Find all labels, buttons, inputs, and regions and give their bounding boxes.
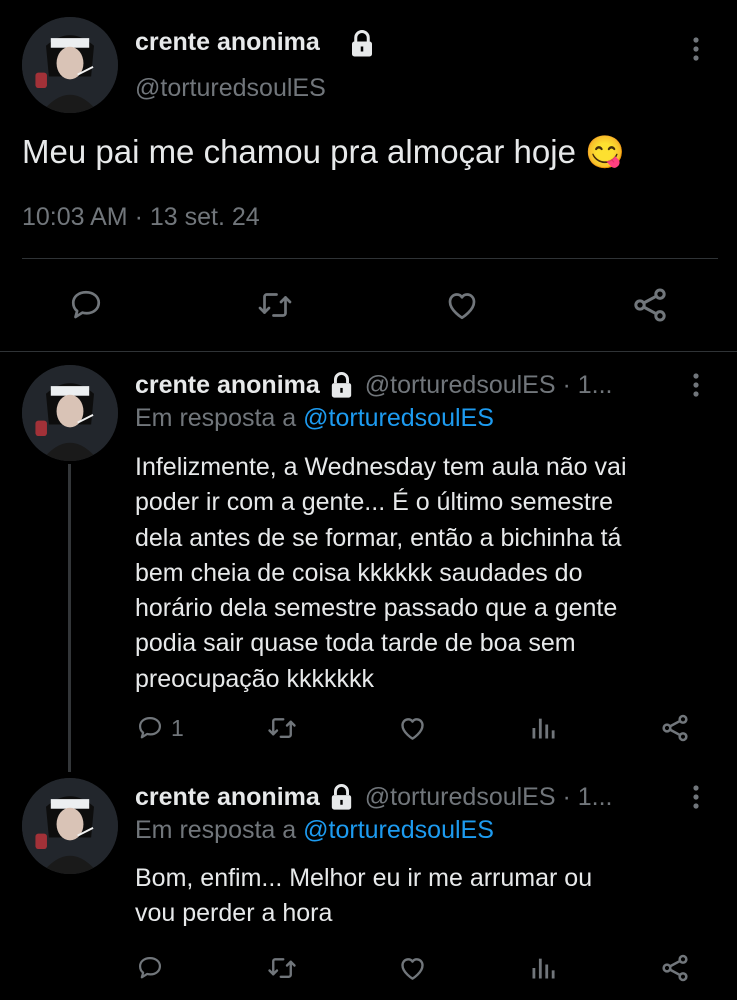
reply-more-icon[interactable] (686, 370, 706, 400)
retweet-icon (258, 293, 292, 317)
views-icon (532, 718, 555, 739)
reply-like-button[interactable] (397, 953, 428, 983)
reply-icon (138, 956, 162, 979)
reply-handle-time[interactable]: @torturedsoulES · 1... (365, 371, 613, 400)
main-lock-icon (347, 29, 377, 59)
main-reply-button[interactable] (67, 287, 105, 323)
avatar-image (22, 365, 118, 461)
reply-views-button[interactable] (529, 713, 557, 743)
reply-icon (138, 716, 162, 739)
main-like-button[interactable] (443, 287, 481, 323)
like-icon (401, 958, 424, 980)
reply-avatar[interactable] (22, 365, 118, 461)
reply-share-button[interactable] (659, 712, 691, 744)
retweet-icon (268, 958, 296, 978)
reply-context: Em resposta a @torturedsoulES (135, 816, 494, 844)
reply-text: Infelizmente, a Wednesday tem aula não v… (135, 453, 627, 693)
reply-reply-button[interactable] (135, 954, 165, 982)
reply-count: 1 (171, 714, 184, 741)
lock-icon (327, 783, 356, 812)
reply-context: Em resposta a @torturedsoulES (135, 404, 494, 432)
reply-icon (71, 290, 101, 319)
reply-avatar[interactable] (22, 778, 118, 874)
section-divider (0, 351, 737, 352)
main-more-icon[interactable] (686, 34, 706, 64)
reply-like-button[interactable] (397, 713, 428, 743)
views-icon (532, 958, 555, 979)
thread-line (68, 464, 71, 772)
main-share-button[interactable] (630, 285, 670, 325)
reply-handle-time[interactable]: @torturedsoulES · 1... (365, 783, 613, 812)
reply-author-name[interactable]: crente anonima (135, 783, 320, 812)
yum-emoji: 😋 (585, 134, 625, 170)
avatar-image (22, 17, 118, 113)
main-handle[interactable]: @torturedsoulES (135, 74, 326, 103)
reply-share-button[interactable] (659, 952, 691, 984)
main-avatar[interactable] (22, 17, 118, 113)
reply-more-icon[interactable] (686, 782, 706, 812)
reply-to-link[interactable]: @torturedsoulES (303, 404, 494, 432)
main-timestamp[interactable]: 10:03 AM · 13 set. 24 (22, 203, 260, 232)
share-icon (662, 714, 688, 742)
retweet-icon (268, 718, 296, 738)
main-retweet-button[interactable] (255, 287, 295, 323)
lock-icon (327, 371, 356, 400)
reply-author-name[interactable]: crente anonima (135, 371, 320, 400)
main-divider (22, 258, 718, 259)
main-author-name[interactable]: crente anonima (135, 28, 320, 57)
reply-header: crente anonima @torturedsoulES · 1... (135, 369, 613, 401)
reply-views-button[interactable] (529, 953, 557, 983)
share-icon (662, 954, 688, 982)
share-icon (634, 288, 666, 322)
avatar-image (22, 778, 118, 874)
like-icon (401, 718, 424, 740)
reply-to-link[interactable]: @torturedsoulES (303, 816, 494, 844)
reply-header: crente anonima @torturedsoulES · 1... (135, 781, 613, 813)
reply-retweet-button[interactable] (266, 953, 298, 983)
reply-retweet-button[interactable] (266, 713, 298, 743)
reply-reply-button[interactable]: 1 (135, 713, 184, 743)
reply-text: Bom, enfim... Melhor eu ir me arrumar ou… (135, 864, 593, 928)
main-tweet-text: Meu pai me chamou pra almoçar hoje 😋 (22, 133, 625, 170)
like-icon (448, 293, 476, 320)
